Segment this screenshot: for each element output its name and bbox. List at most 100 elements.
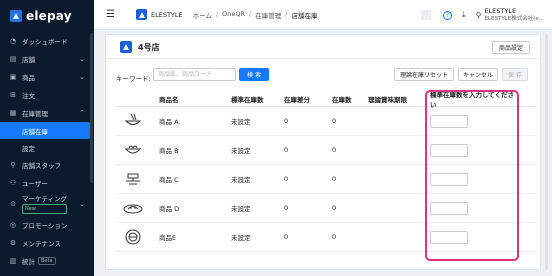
header-name: 商品名 bbox=[159, 96, 179, 104]
topbar-right: ? ⤓ ⚲ ELESTYLE ELESTYLE株式会社(e... bbox=[421, 0, 544, 30]
header-stock: 在庫数 bbox=[332, 96, 352, 104]
stock-table: 商品名 標準在庫数 在庫差分 在庫数 理論賞味期限 標準在庫数を入力してください… bbox=[116, 91, 536, 252]
brand-name: elepay bbox=[26, 9, 72, 23]
sidebar: elepay ◔ ダッシュボード ▤ 店舗 ⌄ ▣ 商品 ⌄ ⊞ 注文 ▦ 在庫… bbox=[0, 0, 94, 276]
sidebar-item-marketing[interactable]: ⊙ マーケティング New ⌄ bbox=[0, 192, 94, 216]
table-row: 商品 B 未設定 0 0 bbox=[116, 136, 536, 165]
breadcrumb: ホーム / OneQR / 在庫管理 / 店舗在庫 bbox=[193, 10, 318, 20]
sidebar-item-inventory[interactable]: ▦ 在庫管理 ⌃ bbox=[0, 104, 94, 122]
order-icon: ⊞ bbox=[10, 91, 16, 99]
standard-stock-input[interactable] bbox=[430, 114, 468, 128]
save-button: 保 存 bbox=[502, 68, 528, 81]
card-header: 4号店 商品設定 bbox=[106, 35, 540, 59]
table-row: 商品 D 未設定 0 0 bbox=[116, 194, 536, 223]
standard-stock-input[interactable] bbox=[430, 201, 468, 215]
download-icon[interactable]: ⤓ bbox=[462, 10, 466, 20]
header-expiry: 理論賞味期限 bbox=[368, 96, 407, 104]
sidebar-item-stats[interactable]: ▥ 統計 Beta bbox=[0, 252, 94, 270]
standard-stock-input[interactable] bbox=[430, 172, 468, 186]
product-settings-button[interactable]: 商品設定 bbox=[492, 41, 530, 54]
page-scrollbar[interactable] bbox=[545, 34, 548, 270]
sidebar-item-label: マーケティング bbox=[22, 194, 67, 203]
help-icon[interactable]: ? bbox=[443, 10, 453, 20]
brand[interactable]: elepay bbox=[0, 0, 94, 32]
sidebar-item-staff[interactable]: ⚲ 店舗スタッフ bbox=[0, 156, 94, 174]
maintenance-icon: ⚙ bbox=[9, 239, 17, 247]
store-logo-icon bbox=[136, 9, 147, 20]
standard-stock-input[interactable] bbox=[430, 143, 468, 157]
user-info[interactable]: ELESTYLE ELESTYLE株式会社(e... bbox=[484, 7, 544, 23]
staff-icon: ⚲ bbox=[10, 161, 16, 169]
breadcrumb-separator: / bbox=[285, 9, 288, 18]
sidebar-item-label: プロモーション bbox=[22, 222, 68, 230]
sidebar-item-promotion[interactable]: ◎ プロモーション bbox=[0, 216, 94, 234]
stock-diff: 0 bbox=[284, 175, 289, 183]
standard-stock: 未設定 bbox=[231, 234, 251, 242]
dish-icon bbox=[116, 201, 150, 215]
product-name: 商品 D bbox=[159, 205, 180, 213]
sidebar-item-label: ユーザー bbox=[22, 180, 48, 188]
sidebar-item-label: メンテナンス bbox=[22, 240, 61, 248]
bento-icon bbox=[116, 228, 150, 246]
sidebar-subitem-label: 設定 bbox=[22, 144, 35, 153]
stock-count: 0 bbox=[332, 233, 337, 241]
sidebar-item-dashboard[interactable]: ◔ ダッシュボード bbox=[0, 32, 94, 50]
breadcrumb-oneqr[interactable]: OneQR bbox=[222, 10, 245, 20]
sidebar-item-maintenance[interactable]: ⚙ メンテナンス bbox=[0, 234, 94, 252]
standard-stock: 未設定 bbox=[231, 147, 251, 155]
elepay-logo-icon bbox=[10, 10, 22, 22]
standard-stock-input[interactable] bbox=[430, 230, 468, 244]
stock-count: 0 bbox=[332, 204, 337, 212]
sidebar-subitem-settings[interactable]: 設定 bbox=[0, 139, 94, 156]
promotion-icon: ◎ bbox=[9, 221, 17, 229]
reset-stock-button[interactable]: 理論在庫リセット bbox=[394, 68, 454, 81]
chevron-down-icon: ⌄ bbox=[79, 55, 85, 63]
stats-icon: ▥ bbox=[9, 257, 17, 265]
sidebar-subitem-store-stock[interactable]: 店舗在庫 bbox=[0, 122, 90, 139]
header-input: 標準在庫数を入力してください bbox=[430, 91, 515, 109]
sidebar-subitem-label: 店舗在庫 bbox=[22, 127, 48, 136]
input-cell bbox=[424, 230, 518, 244]
table-row: 商品 C 未設定 0 0 bbox=[116, 165, 536, 194]
breadcrumb-separator: / bbox=[215, 9, 219, 18]
header-standard-stock: 標準在庫数 bbox=[231, 96, 264, 104]
table-row: 商品E 未設定 0 0 bbox=[116, 223, 536, 252]
chevron-up-icon: ⌃ bbox=[79, 109, 85, 117]
search-button[interactable]: 検 索 bbox=[239, 68, 269, 81]
sidebar-item-label: 店舗スタッフ bbox=[22, 162, 61, 170]
sidebar-item-order[interactable]: ⊞ 注文 bbox=[0, 86, 94, 104]
breadcrumb-separator: / bbox=[249, 9, 252, 18]
store-icon: ▤ bbox=[9, 55, 17, 63]
placeholder-block bbox=[421, 10, 432, 20]
stock-diff: 0 bbox=[284, 117, 289, 125]
product-name: 商品E bbox=[159, 234, 177, 242]
store-stock-card: 4号店 商品設定 キーワード: 検 索 理論在庫リセット キャンセル 保 存 商… bbox=[105, 34, 541, 270]
stock-count: 0 bbox=[332, 146, 337, 154]
keyword-input[interactable] bbox=[153, 68, 236, 81]
marketing-icon: ⊙ bbox=[10, 200, 16, 208]
sidebar-item-label: 店舗 bbox=[22, 56, 35, 64]
menu-toggle-icon[interactable]: ☰ bbox=[106, 9, 120, 20]
stock-diff: 0 bbox=[284, 204, 289, 212]
user-company: ELESTYLE株式会社(e... bbox=[484, 16, 544, 22]
marketing-label-group: マーケティング New bbox=[22, 195, 67, 214]
input-cell bbox=[424, 172, 518, 186]
sidebar-scrollbar[interactable] bbox=[90, 33, 93, 183]
chevron-down-icon: ⌄ bbox=[79, 73, 85, 81]
product-icon: ▣ bbox=[9, 73, 17, 81]
input-cell bbox=[424, 201, 518, 215]
breadcrumb-inventory[interactable]: 在庫管理 bbox=[255, 10, 281, 20]
shop-name: 4号店 bbox=[138, 43, 160, 52]
standard-stock: 未設定 bbox=[231, 205, 251, 213]
stock-count: 0 bbox=[332, 117, 337, 125]
beta-badge: Beta bbox=[38, 257, 56, 265]
user-avatar-icon[interactable]: ⚲ bbox=[476, 11, 482, 20]
keyword-label: キーワード: bbox=[116, 75, 151, 83]
user-icon: ⚇ bbox=[9, 179, 17, 187]
breadcrumb-home[interactable]: ホーム bbox=[193, 10, 212, 20]
product-name: 商品 B bbox=[159, 147, 179, 155]
sidebar-item-user[interactable]: ⚇ ユーザー bbox=[0, 174, 94, 192]
cancel-button[interactable]: キャンセル bbox=[458, 68, 498, 81]
sidebar-item-product[interactable]: ▣ 商品 ⌄ bbox=[0, 68, 94, 86]
sidebar-item-store[interactable]: ▤ 店舗 ⌄ bbox=[0, 50, 94, 68]
